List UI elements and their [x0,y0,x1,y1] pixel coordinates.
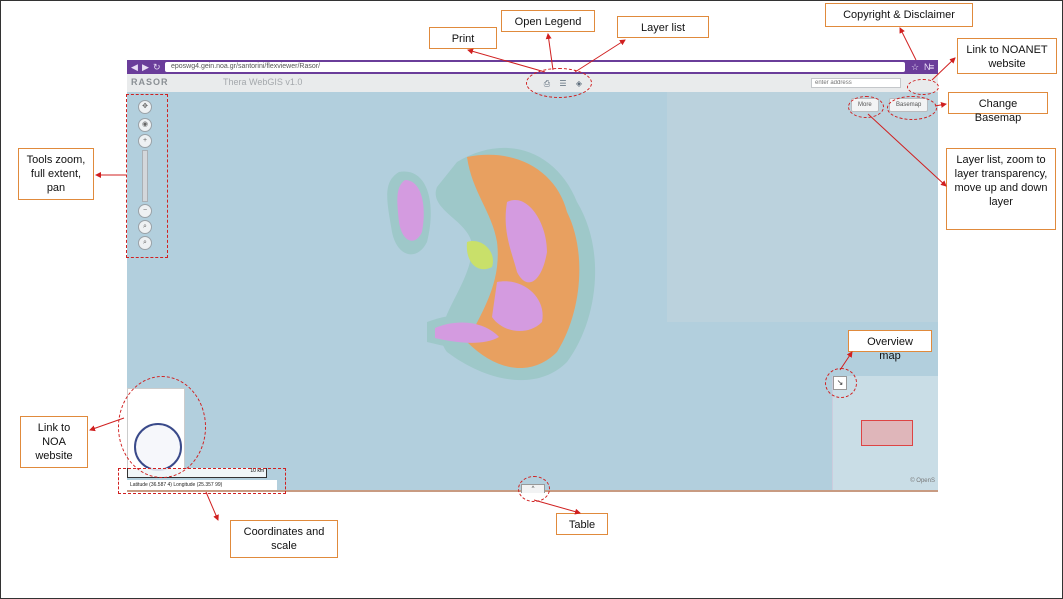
callout-arrows [89,27,956,521]
